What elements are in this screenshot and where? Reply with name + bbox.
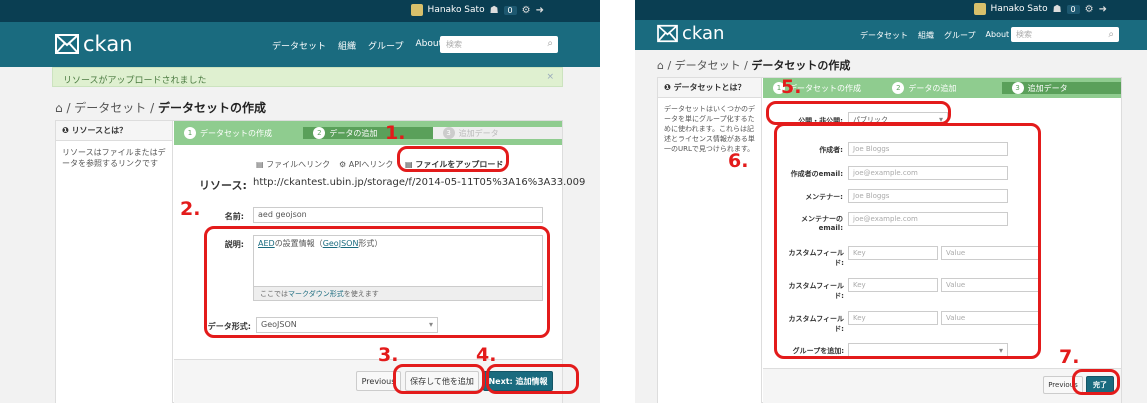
left-screenshot: Hanako Sato ☗ 0 ⚙ ➜ ckan データセット 組織 グループ …: [0, 0, 600, 403]
stage-progress: 1 データセットの作成 2 データの追加 3 追加データ: [174, 121, 562, 145]
ckan-logo-icon: [657, 24, 678, 43]
sidebar: ❶ リソースとは？ リソースはファイルまたはデータを参照するリンクです: [56, 121, 173, 403]
link-to-api-option[interactable]: ⚙ APIへリンク: [339, 159, 393, 170]
callout-4: 4.: [476, 344, 497, 366]
main-nav: データセット 組織 グループ About: [860, 30, 1009, 41]
avatar: [410, 4, 423, 16]
nav-organizations[interactable]: 組織: [338, 39, 356, 52]
callout-box-6: [774, 123, 1041, 359]
notification-count: 0: [503, 5, 517, 15]
callout-box-4: [486, 364, 579, 394]
breadcrumb: ⌂ / データセット / データセットの作成: [657, 57, 850, 73]
callout-5: 5.: [781, 76, 802, 98]
stage-2: 2 データの追加: [303, 127, 433, 139]
search-icon[interactable]: ⌕: [547, 38, 553, 49]
breadcrumb-current: データセットの作成: [751, 59, 851, 72]
callout-box-3: [393, 364, 485, 394]
info-icon: ❶: [62, 126, 72, 135]
stage-2-label: データの追加: [908, 83, 957, 93]
flash-text: リソースがアップロードされました: [63, 76, 207, 86]
sidebar-title-text: データセットとは？: [673, 83, 746, 92]
stage-3-label: 追加データ: [1027, 83, 1068, 93]
user-name: Hanako Sato: [427, 5, 485, 15]
breadcrumb-datasets[interactable]: / データセット /: [667, 59, 751, 72]
user-menu[interactable]: Hanako Sato ☗ 0 ⚙ ➜: [410, 4, 544, 16]
callout-box-7: [1072, 369, 1120, 395]
nav-groups[interactable]: グループ: [944, 30, 976, 41]
main-nav: データセット 組織 グループ About: [272, 39, 442, 52]
account-bar: Hanako Sato ☗ 0 ⚙ ➜: [0, 0, 600, 22]
nav-about[interactable]: About: [416, 39, 443, 52]
ckan-logo[interactable]: ckan: [55, 32, 133, 56]
nav-datasets[interactable]: データセット: [860, 30, 908, 41]
close-icon[interactable]: ×: [546, 72, 554, 82]
right-screenshot: Hanako Sato ☗ 0 ⚙ ➜ ckan データセット 組織 グループ …: [635, 0, 1147, 403]
callout-2: 2.: [180, 198, 201, 220]
masthead: ckan データセット 組織 グループ About 検索 ⌕: [0, 22, 600, 67]
sidebar-title: ❶ リソースとは？: [56, 121, 172, 141]
logo-text: ckan: [83, 32, 133, 56]
callout-box-2: [204, 226, 550, 338]
search-icon[interactable]: ⌕: [1108, 29, 1114, 40]
stage-1: 1 データセットの作成: [174, 127, 303, 139]
breadcrumb-current: データセットの作成: [157, 101, 266, 115]
stage-3: 3 追加データ: [1001, 82, 1121, 94]
user-name: Hanako Sato: [990, 4, 1048, 14]
info-icon: ❶: [664, 83, 674, 92]
nav-groups[interactable]: グループ: [368, 39, 403, 52]
search-placeholder: 検索: [446, 40, 462, 49]
search-input[interactable]: 検索 ⌕: [440, 36, 558, 53]
nav-organizations[interactable]: 組織: [918, 30, 934, 41]
ckan-logo-icon: [55, 34, 79, 54]
resource-label: リソース:: [199, 179, 247, 192]
search-input[interactable]: 検索 ⌕: [1011, 27, 1119, 42]
resource-url[interactable]: http://ckantest.ubin.jp/storage/f/2014-0…: [253, 177, 585, 188]
logout-icon[interactable]: ➜: [536, 5, 544, 16]
gear-icon[interactable]: ⚙: [1085, 4, 1094, 15]
name-input[interactable]: aed geojson: [253, 207, 543, 223]
stage-3-label: 追加データ: [458, 128, 499, 138]
callout-box-1: [397, 146, 509, 172]
callout-1: 1.: [385, 122, 406, 144]
sidebar: ❶ データセットとは？ データセットはいくつかのデータを単にグループ化するために…: [658, 78, 762, 403]
callout-7: 7.: [1059, 346, 1080, 368]
nav-about[interactable]: About: [986, 30, 1010, 41]
notification-count: 0: [1066, 4, 1080, 14]
stage-1-label: データセットの作成: [200, 128, 272, 138]
link-to-file-option[interactable]: ▤ ファイルへリンク: [256, 159, 330, 170]
stage-2: 2 データの追加: [882, 82, 1001, 94]
home-icon[interactable]: ⌂: [657, 59, 664, 72]
account-bar: Hanako Sato ☗ 0 ⚙ ➜: [635, 0, 1147, 20]
logo-text: ckan: [682, 23, 725, 44]
stage-2-label: データの追加: [329, 128, 378, 138]
ckan-logo[interactable]: ckan: [657, 23, 724, 44]
sidebar-title-text: リソースとは？: [71, 126, 128, 135]
user-menu[interactable]: Hanako Sato ☗ 0 ⚙ ➜: [973, 3, 1107, 15]
link-to-file-label: ファイルへリンク: [266, 160, 331, 169]
link-to-api-label: APIへリンク: [348, 160, 394, 169]
search-placeholder: 検索: [1016, 30, 1032, 39]
home-icon[interactable]: ⌂: [55, 101, 63, 115]
sidebar-text: リソースはファイルまたはデータを参照するリンクです: [62, 148, 166, 168]
masthead: ckan データセット 組織 グループ About 検索 ⌕: [635, 20, 1147, 50]
avatar: [973, 3, 986, 15]
logout-icon[interactable]: ➜: [1099, 4, 1107, 15]
name-label: 名前:: [224, 212, 244, 221]
callout-6: 6.: [728, 150, 749, 172]
stage-3: 3 追加データ: [432, 127, 562, 139]
nav-datasets[interactable]: データセット: [272, 39, 326, 52]
dashboard-icon[interactable]: ☗: [490, 5, 499, 16]
gear-icon[interactable]: ⚙: [522, 5, 531, 16]
stage-progress: 1 データセットの作成 2 データの追加 3 追加データ: [763, 78, 1121, 98]
breadcrumb: ⌂ / データセット / データセットの作成: [55, 99, 266, 116]
sidebar-title: ❶ データセットとは？: [658, 78, 761, 98]
breadcrumb-datasets[interactable]: / データセット /: [66, 101, 158, 115]
flash-message: リソースがアップロードされました ×: [52, 67, 563, 87]
dashboard-icon[interactable]: ☗: [1053, 4, 1062, 15]
callout-3: 3.: [378, 344, 399, 366]
callout-box-5: [766, 101, 951, 125]
